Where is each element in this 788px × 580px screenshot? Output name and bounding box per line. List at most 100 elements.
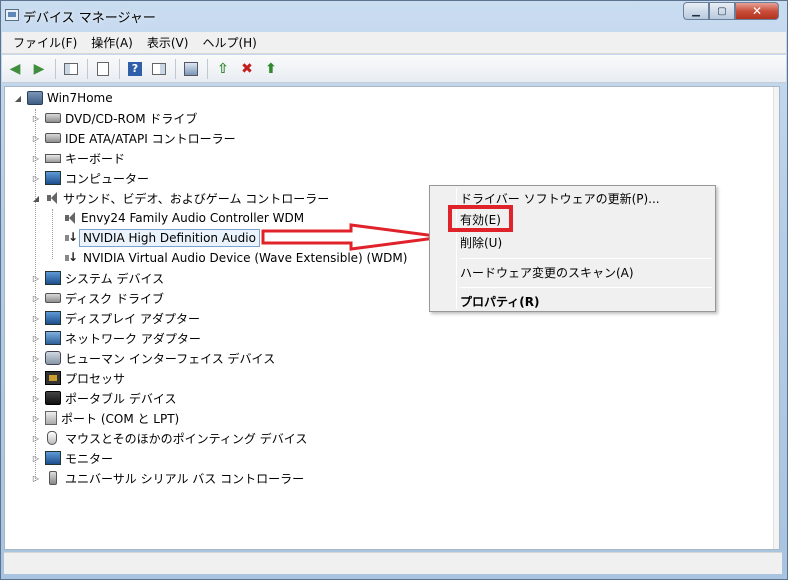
scan-hardware-icon <box>184 61 198 76</box>
uninstall-button[interactable]: ✖ <box>237 59 257 79</box>
collapsed-arrow-icon[interactable]: ▷ <box>31 293 41 303</box>
collapsed-arrow-icon[interactable]: ▷ <box>31 333 41 343</box>
disabled-device-icon <box>63 230 79 245</box>
speaker-icon <box>45 191 59 205</box>
update-driver-button[interactable]: ⇧ <box>213 59 233 79</box>
tree-guide-line <box>52 209 53 259</box>
dvd-drive-icon <box>45 113 61 123</box>
show-hide-console-tree-button[interactable] <box>61 59 81 79</box>
tree-item-portable-devices[interactable]: ▷ ポータブル デバイス <box>31 388 176 408</box>
tree-item-disk-drives[interactable]: ▷ ディスク ドライブ <box>31 288 164 308</box>
context-menu-scan[interactable]: ハードウェア変更のスキャン(A) <box>460 262 634 282</box>
tree-item-monitors[interactable]: ▷ モニター <box>31 448 113 468</box>
minimize-button[interactable]: ▁ <box>683 2 709 20</box>
tree-item-label: NVIDIA Virtual Audio Device (Wave Extens… <box>83 251 408 265</box>
tree-item-ide[interactable]: ▷ IDE ATA/ATAPI コントローラー <box>31 128 236 148</box>
tree-item-processors[interactable]: ▷ プロセッサ <box>31 368 125 388</box>
disk-drive-icon <box>45 293 61 303</box>
toolbar-separator <box>175 58 176 79</box>
collapsed-arrow-icon[interactable]: ▷ <box>31 313 41 323</box>
status-bar <box>4 552 782 574</box>
collapsed-arrow-icon[interactable]: ▷ <box>31 153 41 163</box>
scan-hardware-button[interactable] <box>181 59 201 79</box>
collapsed-arrow-icon[interactable]: ▷ <box>31 453 41 463</box>
tree-item-label: システム デバイス <box>65 271 165 286</box>
back-button[interactable]: ◀ <box>5 59 25 79</box>
toolbar-separator <box>87 58 88 79</box>
action-pane-icon <box>152 62 166 75</box>
forward-button[interactable]: ▶ <box>29 59 49 79</box>
device-tree-pane[interactable]: ◢ Win7Home ▷ DVD/CD-ROM ドライブ ▷ IDE ATA/A… <box>4 86 780 550</box>
tree-item-keyboard[interactable]: ▷ キーボード <box>31 148 125 168</box>
keyboard-icon <box>45 153 61 163</box>
tree-item-label: サウンド、ビデオ、およびゲーム コントローラー <box>63 191 330 206</box>
tree-item-label: ユニバーサル シリアル バス コントローラー <box>65 471 305 486</box>
collapsed-arrow-icon[interactable]: ▷ <box>31 353 41 363</box>
tree-item-mice[interactable]: ▷ マウスとそのほかのポインティング デバイス <box>31 428 307 448</box>
tree-item-system-devices[interactable]: ▷ システム デバイス <box>31 268 164 288</box>
title-bar[interactable]: デバイス マネージャー ▁ ▢ ✕ <box>1 1 787 31</box>
tree-item-computer[interactable]: ▷ コンピューター <box>31 168 149 188</box>
enable-highlight-box <box>448 205 513 232</box>
tree-item-usb[interactable]: ▷ ユニバーサル シリアル バス コントローラー <box>31 468 304 488</box>
toolbar: ◀ ▶ ? ⇧ ✖ ⬆ <box>2 55 786 83</box>
tree-item-dvd[interactable]: ▷ DVD/CD-ROM ドライブ <box>31 108 198 128</box>
collapsed-arrow-icon[interactable]: ▷ <box>31 133 41 143</box>
vertical-scrollbar[interactable] <box>773 87 779 549</box>
tree-item-network-adapters[interactable]: ▷ ネットワーク アダプター <box>31 328 201 348</box>
context-menu-uninstall[interactable]: 削除(U) <box>460 232 502 252</box>
collapsed-arrow-icon[interactable]: ▷ <box>31 173 41 183</box>
menu-file[interactable]: ファイル(F) <box>6 34 84 51</box>
window-controls: ▁ ▢ ✕ <box>683 2 779 20</box>
tree-item-label: モニター <box>65 451 114 466</box>
collapsed-arrow-icon[interactable]: ▷ <box>31 393 41 403</box>
system-device-icon <box>45 271 61 285</box>
enable-device-button[interactable]: ⬆ <box>261 59 281 79</box>
tree-item-hid[interactable]: ▷ ヒューマン インターフェイス デバイス <box>31 348 275 368</box>
mouse-icon <box>47 431 57 445</box>
portable-device-icon <box>45 391 61 405</box>
tree-root[interactable]: ◢ Win7Home <box>13 88 113 108</box>
tree-item-label: ポート (COM と LPT) <box>61 411 180 426</box>
disabled-device-icon <box>63 250 79 265</box>
menu-bar: ファイル(F) 操作(A) 表示(V) ヘルプ(H) <box>2 32 786 54</box>
tree-item-label: IDE ATA/ATAPI コントローラー <box>65 131 236 146</box>
help-icon: ? <box>128 61 142 76</box>
monitor-icon <box>45 451 61 465</box>
close-button[interactable]: ✕ <box>735 2 779 20</box>
tree-root-label: Win7Home <box>47 91 113 105</box>
help-button[interactable]: ? <box>125 59 145 79</box>
expanded-arrow-icon[interactable]: ◢ <box>31 193 41 203</box>
tree-item-sound[interactable]: ◢ サウンド、ビデオ、およびゲーム コントローラー <box>31 188 329 208</box>
context-menu-properties[interactable]: プロパティ(R) <box>460 291 540 311</box>
tree-item-label: コンピューター <box>65 171 150 186</box>
network-adapter-icon <box>45 331 61 345</box>
expanded-arrow-icon[interactable]: ◢ <box>13 93 23 103</box>
close-icon: ✕ <box>751 4 763 18</box>
menu-action[interactable]: 操作(A) <box>84 34 140 51</box>
annotation-arrow-icon <box>261 223 444 251</box>
menu-help[interactable]: ヘルプ(H) <box>195 34 263 51</box>
tree-item-label: ディスク ドライブ <box>65 291 164 306</box>
tree-item-display-adapters[interactable]: ▷ ディスプレイ アダプター <box>31 308 200 328</box>
menu-view[interactable]: 表示(V) <box>140 34 196 51</box>
speaker-icon <box>63 211 77 225</box>
tree-item-ports[interactable]: ▷ ポート (COM と LPT) <box>31 408 179 428</box>
collapsed-arrow-icon[interactable]: ▷ <box>31 273 41 283</box>
collapsed-arrow-icon[interactable]: ▷ <box>31 473 41 483</box>
tree-item-nvidia-hd-audio[interactable]: NVIDIA High Definition Audio <box>63 228 260 248</box>
action-pane-button[interactable] <box>149 59 169 79</box>
collapsed-arrow-icon[interactable]: ▷ <box>31 433 41 443</box>
properties-button[interactable] <box>93 59 113 79</box>
ide-controller-icon <box>45 133 61 143</box>
computer-icon <box>45 171 61 185</box>
context-menu-separator <box>460 258 712 259</box>
computer-icon <box>27 91 43 105</box>
collapsed-arrow-icon[interactable]: ▷ <box>31 413 41 423</box>
collapsed-arrow-icon[interactable]: ▷ <box>31 113 41 123</box>
collapsed-arrow-icon[interactable]: ▷ <box>31 373 41 383</box>
maximize-button[interactable]: ▢ <box>709 2 735 20</box>
window-title: デバイス マネージャー <box>23 11 156 26</box>
tree-item-label: ディスプレイ アダプター <box>65 311 200 326</box>
tree-item-label: ヒューマン インターフェイス デバイス <box>65 351 276 366</box>
